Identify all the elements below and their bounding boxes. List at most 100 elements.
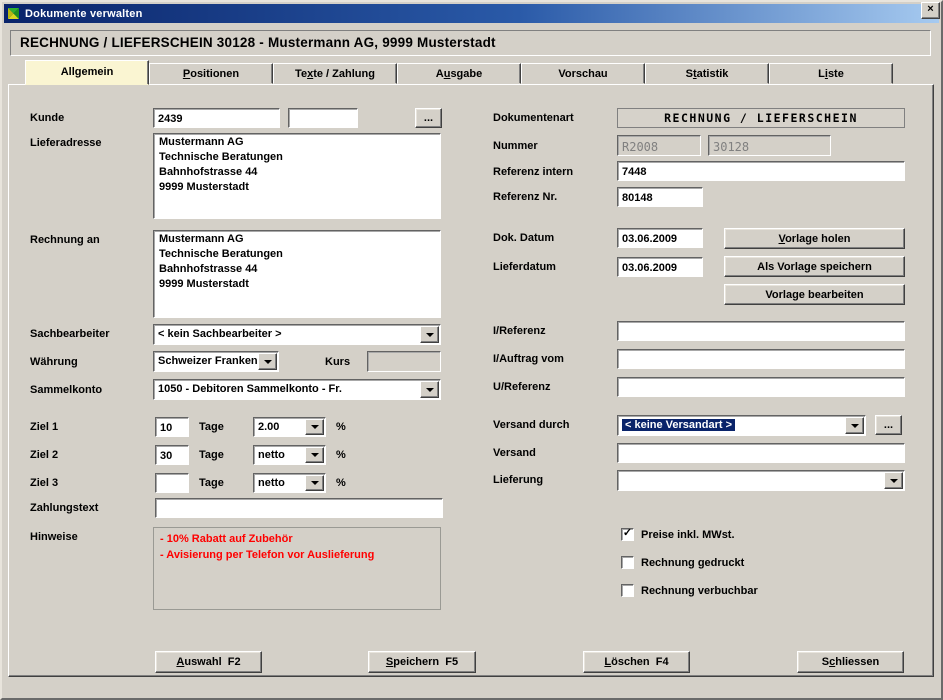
close-button[interactable]: × xyxy=(921,2,940,19)
app-icon xyxy=(7,7,20,20)
u-referenz-input[interactable] xyxy=(617,377,905,397)
ziel3-satz-value: netto xyxy=(258,476,305,491)
dropdown-button[interactable] xyxy=(258,353,277,370)
sachbearbeiter-select[interactable]: < kein Sachbearbeiter > xyxy=(153,324,441,345)
rechnung-an-label: Rechnung an xyxy=(30,234,100,246)
nummer-input xyxy=(708,135,831,156)
dropdown-button[interactable] xyxy=(845,417,864,434)
versand-durch-select[interactable]: < keine Versandart > xyxy=(617,415,866,436)
checkbox-rechnung-verbuchbar[interactable]: ✓ Rechnung verbuchbar xyxy=(621,584,758,597)
lieferadresse-textarea[interactable]: Mustermann AG Technische Beratungen Bahn… xyxy=(153,133,441,219)
zahlungstext-label: Zahlungstext xyxy=(30,502,98,514)
dropdown-arrow-icon xyxy=(426,388,434,392)
sammelkonto-select[interactable]: 1050 - Debitoren Sammelkonto - Fr. xyxy=(153,379,441,400)
i-auftrag-vom-label: I/Auftrag vom xyxy=(493,353,564,365)
lieferadresse-label: Lieferadresse xyxy=(30,137,102,149)
sachbearbeiter-label: Sachbearbeiter xyxy=(30,328,109,340)
dropdown-arrow-icon xyxy=(311,481,319,485)
checkbox-box[interactable]: ✓ xyxy=(621,528,634,541)
ziel1-tage-input[interactable] xyxy=(155,417,189,437)
ziel2-tage-input[interactable] xyxy=(155,445,189,465)
tab-texte-zahlung[interactable]: Texte / Zahlung xyxy=(273,63,397,84)
ziel2-tage-label: Tage xyxy=(199,449,224,461)
dropdown-arrow-icon xyxy=(311,453,319,457)
ziel3-prozent-label: % xyxy=(336,477,346,489)
vorlage-holen-button[interactable]: Vorlage holen xyxy=(724,228,905,249)
waehrung-label: Währung xyxy=(30,356,78,368)
lieferung-label: Lieferung xyxy=(493,474,543,486)
vorlage-bearbeiten-button[interactable]: Vorlage bearbeiten xyxy=(724,284,905,305)
referenz-nr-input[interactable] xyxy=(617,187,703,207)
lieferdatum-input[interactable] xyxy=(617,257,703,277)
dokumentenart-value: RECHNUNG / LIEFERSCHEIN xyxy=(617,108,905,128)
ziel1-satz-value: 2.00 xyxy=(258,420,305,435)
titlebar[interactable]: Dokumente verwalten xyxy=(4,4,939,23)
ziel3-label: Ziel 3 xyxy=(30,477,58,489)
dropdown-button[interactable] xyxy=(305,447,324,463)
ziel3-satz-select[interactable]: netto xyxy=(253,473,326,493)
referenz-nr-label: Referenz Nr. xyxy=(493,191,557,203)
dropdown-button[interactable] xyxy=(305,419,324,435)
ziel2-label: Ziel 2 xyxy=(30,449,58,461)
checkbox-rechnung-gedruckt[interactable]: ✓ Rechnung gedruckt xyxy=(621,556,744,569)
schliessen-button[interactable]: Schliessen xyxy=(797,651,904,673)
referenz-intern-input[interactable] xyxy=(617,161,905,181)
ziel2-satz-select[interactable]: netto xyxy=(253,445,326,465)
dropdown-arrow-icon xyxy=(890,479,898,483)
dok-datum-label: Dok. Datum xyxy=(493,232,554,244)
dropdown-arrow-icon xyxy=(426,333,434,337)
u-referenz-label: U/Referenz xyxy=(493,381,550,393)
speichern-button[interactable]: Speichern F5 xyxy=(368,651,476,673)
checkbox-preise-inkl-mwst[interactable]: ✓ Preise inkl. MWst. xyxy=(621,528,735,541)
dropdown-button[interactable] xyxy=(305,475,324,491)
dok-datum-input[interactable] xyxy=(617,228,703,248)
dropdown-button[interactable] xyxy=(420,326,439,343)
kunde-browse-button[interactable]: ... xyxy=(415,108,442,128)
kunde-code-input[interactable] xyxy=(153,108,280,128)
dropdown-button[interactable] xyxy=(884,472,903,489)
waehrung-value: Schweizer Franken xyxy=(158,354,258,369)
waehrung-select[interactable]: Schweizer Franken xyxy=(153,351,279,372)
ziel3-tage-label: Tage xyxy=(199,477,224,489)
versand-durch-browse-button[interactable]: ... xyxy=(875,415,902,435)
i-referenz-label: I/Referenz xyxy=(493,325,546,337)
sachbearbeiter-value: < kein Sachbearbeiter > xyxy=(158,327,420,342)
checkbox-box[interactable]: ✓ xyxy=(621,556,634,569)
lieferung-select[interactable] xyxy=(617,470,905,491)
auswahl-button[interactable]: Auswahl F2 xyxy=(155,651,262,673)
versand-label: Versand xyxy=(493,447,536,459)
versand-durch-label: Versand durch xyxy=(493,419,569,431)
tab-vorschau[interactable]: Vorschau xyxy=(521,63,645,84)
checkbox-box[interactable]: ✓ xyxy=(621,584,634,597)
ziel1-label: Ziel 1 xyxy=(30,421,58,433)
referenz-intern-label: Referenz intern xyxy=(493,166,573,178)
dokumentenart-label: Dokumentenart xyxy=(493,112,574,124)
dropdown-button[interactable] xyxy=(420,381,439,398)
hinweise-note: - 10% Rabatt auf Zubehör - Avisierung pe… xyxy=(153,527,441,610)
tab-statistik[interactable]: Statistik xyxy=(645,63,769,84)
dropdown-arrow-icon xyxy=(311,425,319,429)
nummer-prefix-input xyxy=(617,135,701,156)
document-header-title: RECHNUNG / LIEFERSCHEIN 30128 - Musterma… xyxy=(10,30,931,56)
zahlungstext-input[interactable] xyxy=(155,498,443,518)
tab-allgemein[interactable]: Allgemein xyxy=(25,60,149,85)
lieferdatum-label: Lieferdatum xyxy=(493,261,556,273)
loeschen-button[interactable]: Löschen F4 xyxy=(583,651,690,673)
rechnung-an-textarea[interactable]: Mustermann AG Technische Beratungen Bahn… xyxy=(153,230,441,318)
kunde-code2-input[interactable] xyxy=(288,108,358,128)
sammelkonto-value: 1050 - Debitoren Sammelkonto - Fr. xyxy=(158,382,420,397)
versand-durch-value: < keine Versandart > xyxy=(622,419,735,431)
i-auftrag-vom-input[interactable] xyxy=(617,349,905,369)
check-icon: ✓ xyxy=(623,527,632,539)
versand-input[interactable] xyxy=(617,443,905,463)
window-title: Dokumente verwalten xyxy=(25,8,143,20)
ziel3-tage-input[interactable] xyxy=(155,473,189,493)
ziel1-prozent-label: % xyxy=(336,421,346,433)
tab-positionen[interactable]: Positionen xyxy=(149,63,273,84)
i-referenz-input[interactable] xyxy=(617,321,905,341)
tab-liste[interactable]: Liste xyxy=(769,63,893,84)
tab-ausgabe[interactable]: Ausgabe xyxy=(397,63,521,84)
ziel1-satz-select[interactable]: 2.00 xyxy=(253,417,326,437)
als-vorlage-speichern-button[interactable]: Als Vorlage speichern xyxy=(724,256,905,277)
sammelkonto-label: Sammelkonto xyxy=(30,384,102,396)
